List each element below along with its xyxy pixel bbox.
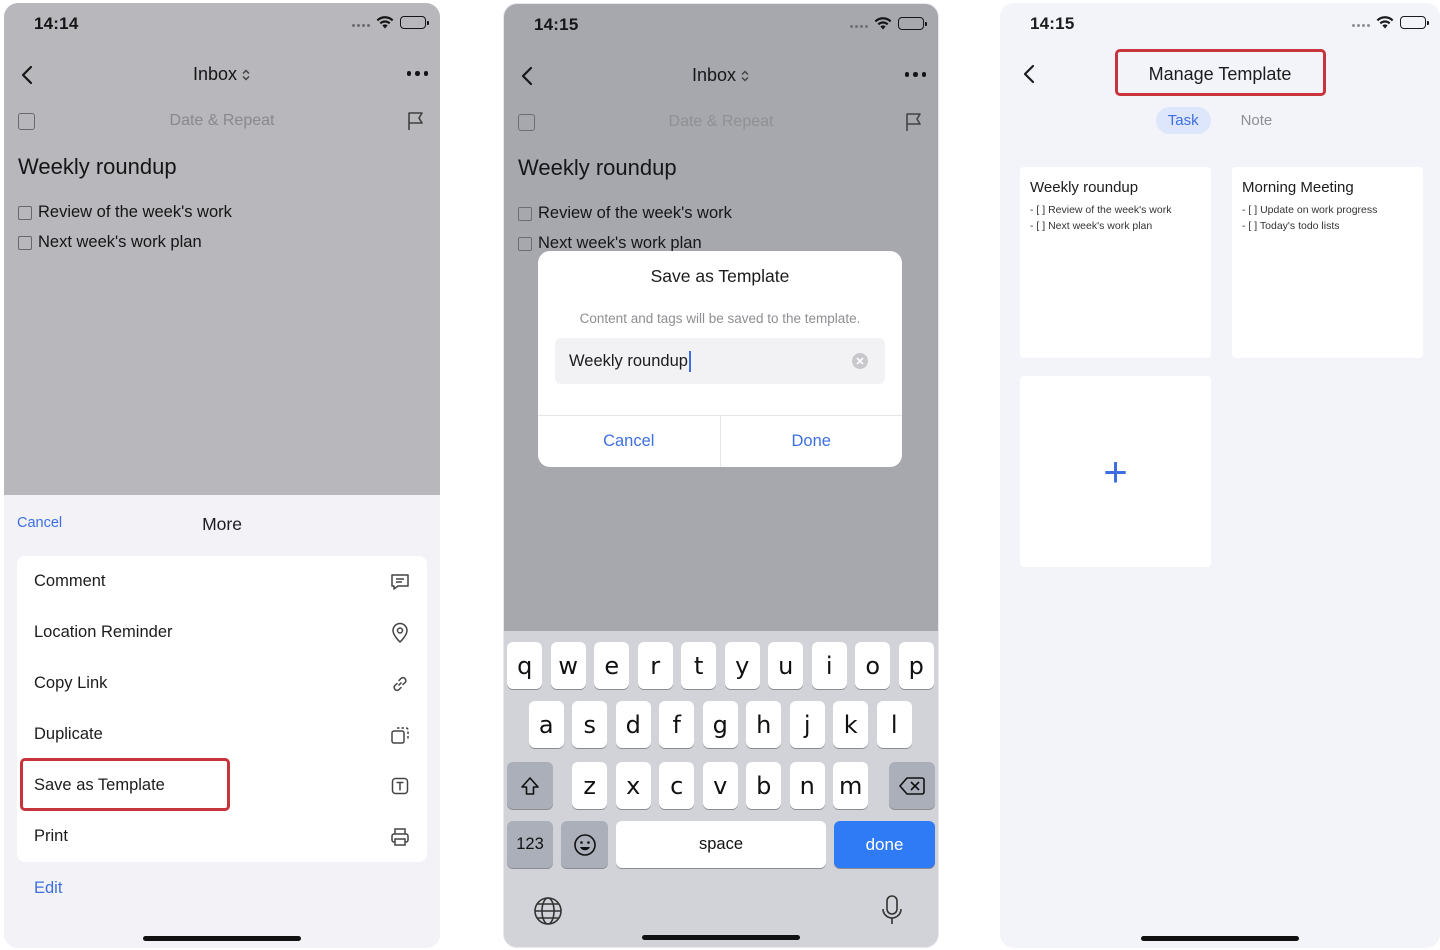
space-key[interactable]: space	[616, 821, 826, 868]
wifi-icon	[1376, 16, 1394, 29]
backspace-key[interactable]	[889, 762, 935, 809]
key-j[interactable]: j	[789, 701, 825, 748]
status-bar: 14:15	[1000, 3, 1440, 47]
key-d[interactable]: d	[615, 701, 651, 748]
printer-icon	[391, 827, 409, 846]
key-s[interactable]: s	[572, 701, 608, 748]
screen-manage-template: 14:15 Manage Template Task Note Weekly r…	[1000, 3, 1440, 948]
keyboard-done-key[interactable]: done	[834, 821, 935, 868]
menu-item-label: Copy Link	[34, 674, 108, 692]
key-p[interactable]: p	[898, 642, 934, 689]
template-card-line: - [ ] Today's todo lists	[1242, 220, 1340, 232]
shift-icon	[521, 776, 539, 795]
template-name-input[interactable]: Weekly roundup	[555, 338, 885, 384]
key-a[interactable]: a	[528, 701, 564, 748]
key-t[interactable]: t	[681, 642, 717, 689]
screen-save-template-dialog: 14:15 Inbox Date & Repeat Weekly roundup…	[503, 3, 939, 948]
dialog-done-button[interactable]: Done	[721, 416, 903, 467]
dialog-cancel-button[interactable]: Cancel	[538, 416, 721, 467]
backspace-icon	[899, 776, 925, 795]
template-card-line: - [ ] Update on work progress	[1242, 204, 1378, 216]
tab-note[interactable]: Note	[1229, 107, 1285, 134]
emoji-key[interactable]	[561, 821, 608, 868]
menu-item-label: Comment	[34, 572, 106, 590]
home-indicator	[143, 936, 301, 941]
emoji-icon	[573, 833, 596, 856]
key-u[interactable]: u	[768, 642, 804, 689]
home-indicator	[642, 935, 800, 940]
keyboard: qwertyuiop asdfghjkl zxcvbnm 123 space d…	[504, 631, 938, 947]
key-g[interactable]: g	[702, 701, 738, 748]
page-title: Manage Template	[1148, 64, 1292, 84]
save-template-dialog: Save as Template Content and tags will b…	[538, 251, 902, 467]
sheet-title: More	[202, 514, 242, 534]
more-action-sheet: Cancel More Comment Location Reminder Co…	[4, 495, 440, 948]
key-r[interactable]: r	[637, 642, 673, 689]
add-icon: +	[1103, 447, 1128, 495]
template-type-tabs: Task Note	[1000, 107, 1440, 134]
menu-item-save-as-template[interactable]: Save as Template	[17, 760, 427, 811]
template-card-title: Weekly roundup	[1030, 179, 1139, 196]
screen-more-sheet: 14:14 Inbox Date & Repeat Weekly roundup…	[4, 3, 440, 948]
key-m[interactable]: m	[833, 762, 869, 809]
key-c[interactable]: c	[659, 762, 695, 809]
numbers-key[interactable]: 123	[507, 821, 553, 868]
dialog-message: Content and tags will be saved to the te…	[579, 311, 861, 326]
menu-item-location-reminder[interactable]: Location Reminder	[17, 607, 427, 658]
link-icon	[393, 676, 407, 691]
key-b[interactable]: b	[746, 762, 782, 809]
menu-item-comment[interactable]: Comment	[17, 556, 427, 607]
template-card-line: - [ ] Review of the week's work	[1030, 204, 1172, 216]
dialog-title: Save as Template	[650, 266, 790, 286]
key-k[interactable]: k	[833, 701, 869, 748]
add-template-card[interactable]: +	[1020, 376, 1211, 567]
key-f[interactable]: f	[659, 701, 695, 748]
key-l[interactable]: l	[876, 701, 912, 748]
key-y[interactable]: y	[724, 642, 760, 689]
key-o[interactable]: o	[855, 642, 891, 689]
comment-icon	[391, 573, 409, 590]
dim-overlay[interactable]	[4, 3, 440, 495]
battery-icon	[1400, 16, 1429, 29]
status-time: 14:15	[1030, 14, 1075, 33]
key-n[interactable]: n	[789, 762, 825, 809]
key-v[interactable]: v	[702, 762, 738, 809]
key-h[interactable]: h	[746, 701, 782, 748]
menu-item-label: Save as Template	[34, 776, 165, 794]
menu-item-label: Duplicate	[34, 725, 103, 743]
key-x[interactable]: x	[615, 762, 651, 809]
input-value: Weekly roundup	[569, 351, 688, 370]
microphone-icon[interactable]	[880, 894, 904, 926]
menu-item-label: Location Reminder	[34, 623, 173, 641]
globe-icon[interactable]	[533, 896, 563, 926]
key-i[interactable]: i	[811, 642, 847, 689]
template-card-line: - [ ] Next week's work plan	[1030, 220, 1153, 232]
duplicate-icon	[391, 726, 409, 744]
template-icon	[391, 777, 409, 794]
key-z[interactable]: z	[572, 762, 608, 809]
template-card[interactable]: Morning Meeting - [ ] Update on work pro…	[1232, 167, 1423, 358]
menu-item-copy-link[interactable]: Copy Link	[17, 658, 427, 709]
key-q[interactable]: q	[507, 642, 543, 689]
menu-item-print[interactable]: Print	[17, 811, 427, 862]
clear-input-icon[interactable]	[851, 352, 869, 370]
template-card-title: Morning Meeting	[1242, 179, 1354, 196]
signal-icon	[1352, 24, 1370, 27]
menu-item-label: Print	[34, 827, 68, 845]
tab-task[interactable]: Task	[1155, 107, 1211, 134]
key-w[interactable]: w	[550, 642, 586, 689]
key-e[interactable]: e	[594, 642, 630, 689]
edit-button[interactable]: Edit	[34, 879, 62, 898]
location-pin-icon	[392, 622, 408, 643]
menu-item-duplicate[interactable]: Duplicate	[17, 709, 427, 760]
shift-key[interactable]	[507, 762, 553, 809]
template-card[interactable]: Weekly roundup - [ ] Review of the week'…	[1020, 167, 1211, 358]
text-caret	[688, 350, 691, 372]
more-menu: Comment Location Reminder Copy Link Dupl…	[17, 556, 427, 862]
home-indicator	[1141, 936, 1299, 941]
